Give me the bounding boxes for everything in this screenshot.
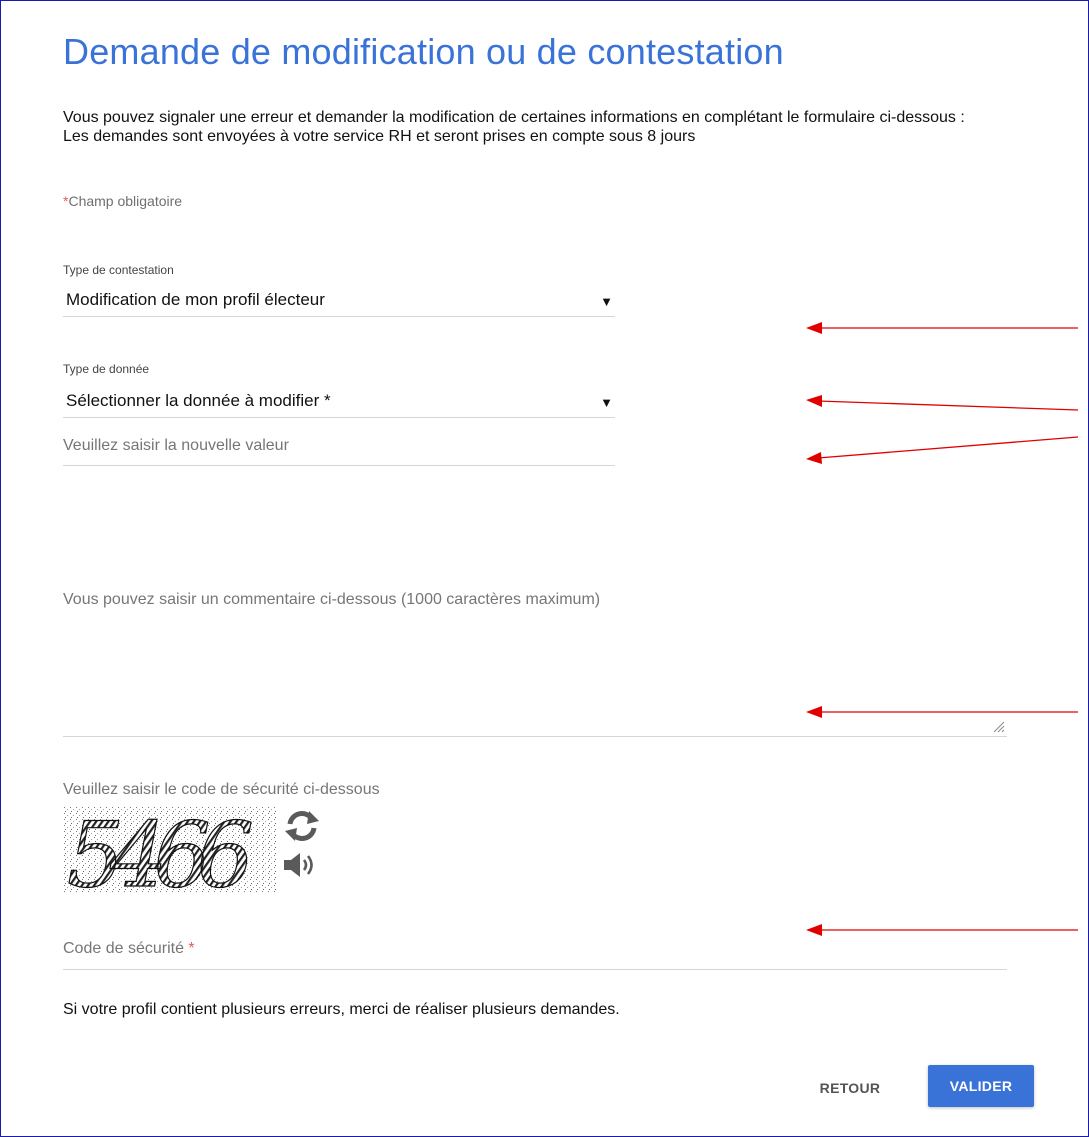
data-type-value: Sélectionner la donnée à modifier * [66, 391, 331, 410]
intro-line-2: Les demandes sont envoyées à votre servi… [63, 128, 696, 145]
speaker-icon[interactable] [282, 850, 322, 880]
required-note-label: Champ obligatoire [68, 193, 183, 209]
back-button[interactable]: RETOUR [811, 1069, 889, 1107]
contestation-type-label: Type de contestation [63, 263, 174, 277]
security-code-placeholder: Code de sécurité * [63, 940, 195, 958]
dropdown-arrow-icon: ▼ [600, 294, 613, 309]
required-field-note: *Champ obligatoire [63, 193, 182, 209]
new-value-placeholder: Veuillez saisir la nouvelle valeur [63, 437, 289, 454]
captcha-label: Veuillez saisir le code de sécurité ci-d… [63, 781, 380, 798]
security-code-input[interactable]: Code de sécurité * [63, 931, 1007, 970]
data-type-select[interactable]: Sélectionner la donnée à modifier * ▼ [63, 387, 615, 418]
intro-text: Vous pouvez signaler une erreur et deman… [63, 108, 1003, 146]
data-type-label: Type de donnée [63, 362, 150, 376]
intro-line-1: Vous pouvez signaler une erreur et deman… [63, 109, 965, 126]
dropdown-arrow-icon: ▼ [600, 395, 613, 410]
contestation-type-select[interactable]: Modification de mon profil électeur ▼ [63, 286, 615, 317]
captcha-image: 5466 [63, 806, 277, 892]
captcha-code-text: 5466 [67, 806, 252, 892]
refresh-icon[interactable] [282, 810, 322, 842]
comment-placeholder: Vous pouvez saisir un commentaire ci-des… [63, 591, 601, 608]
contestation-type-value: Modification de mon profil électeur [66, 290, 325, 309]
page-frame: Demande de modification ou de contestati… [0, 0, 1089, 1137]
security-code-label: Code de sécurité [63, 940, 184, 957]
page-title: Demande de modification ou de contestati… [63, 31, 784, 72]
submit-button[interactable]: VALIDER [928, 1065, 1034, 1107]
comment-textarea[interactable]: Vous pouvez saisir un commentaire ci-des… [63, 586, 1007, 737]
new-value-input[interactable]: Veuillez saisir la nouvelle valeur [63, 431, 615, 466]
multiple-errors-note: Si votre profil contient plusieurs erreu… [63, 1001, 620, 1018]
resize-handle-icon[interactable] [991, 719, 1005, 733]
required-star: * [188, 940, 195, 957]
